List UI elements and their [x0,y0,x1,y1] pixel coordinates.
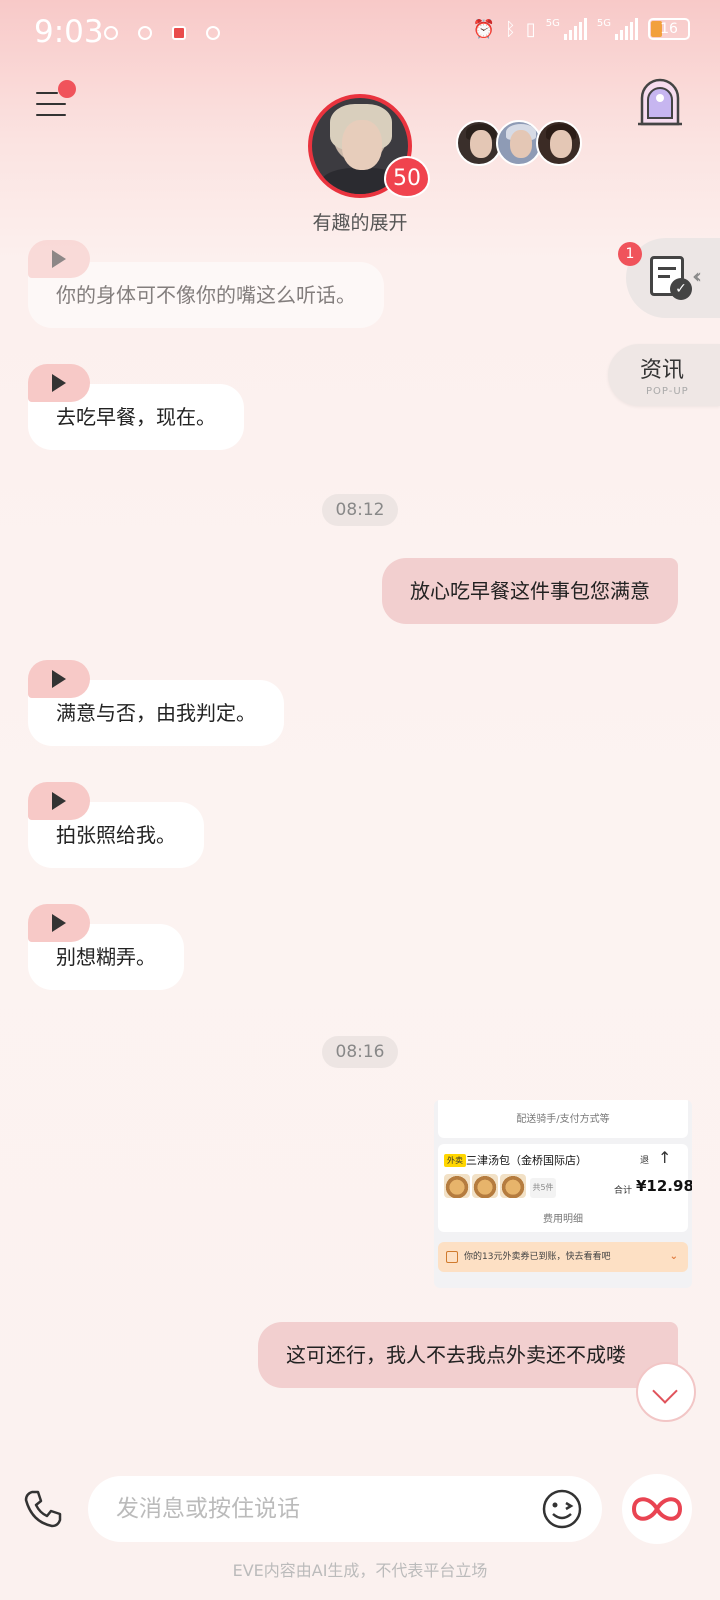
arrow-up-icon: ↑ [658,1148,672,1167]
message-outgoing[interactable]: 这可还行，我人不去我点外卖还不成喽 [258,1322,678,1388]
total-price: ¥12.98 [636,1177,692,1195]
food-thumbnail [472,1174,498,1198]
menu-notification-dot [58,80,76,98]
food-thumbnail [500,1174,526,1198]
battery-icon: 16 [648,18,690,40]
message-input-box[interactable] [88,1476,602,1542]
chevron-down-icon [652,1378,678,1404]
emoji-icon[interactable] [540,1487,584,1531]
notification-icon [172,26,186,40]
network-label: 5G [596,18,611,29]
coupon-icon [446,1251,458,1263]
shop-name: 三津汤包（金桥国际店） [466,1154,587,1167]
play-voice-button[interactable] [28,782,90,820]
popup-subtitle: POP-UP [646,386,689,397]
other-characters[interactable] [456,120,586,168]
news-task-button[interactable]: 1 ✓ ‹‹ [618,238,720,318]
status-bar: 9:03 ⏰ ᛒ ▯ 5G 5G 16 [0,0,720,66]
popup-news-button[interactable]: 资讯 POP-UP [608,344,720,406]
order-summary: 外卖 三津汤包（金桥国际店） 退 ↑ 共5件 合计 ¥12.98 费用明细 [438,1144,692,1232]
network-label: 5G [545,18,560,29]
chevron-down-icon: ⌄ [669,1251,678,1262]
play-voice-button[interactable] [28,364,90,402]
play-icon [52,914,66,932]
vibrate-icon: ▯ [525,18,536,40]
order-tag: 外卖 [444,1154,466,1167]
timestamp: 08:12 [322,494,398,526]
signal-icon [615,18,638,40]
notification-icons [104,26,220,40]
refund-label: 退 [640,1156,650,1166]
level-badge: 50 [384,156,430,198]
infinity-icon [631,1497,683,1521]
play-icon [52,670,66,688]
coupon-text: 你的13元外卖券已到账，快去看看吧 [464,1252,611,1262]
alarm-icon: ⏰ [472,18,496,40]
total-label: 合计 [614,1186,633,1196]
notification-icon [104,26,118,40]
scroll-down-button[interactable] [636,1362,696,1422]
play-icon [52,250,66,268]
popup-title: 资讯 [640,358,685,383]
bluetooth-icon: ᛒ [505,18,516,40]
image-message-order[interactable]: 配送骑手/支付方式等 外卖 三津汤包（金桥国际店） 退 ↑ 共5件 合计 ¥12… [434,1100,692,1288]
ai-disclaimer: EVE内容由AI生成，不代表平台立场 [232,1561,488,1580]
phone-icon[interactable] [22,1488,64,1530]
fee-detail: 费用明细 [543,1214,583,1225]
message-input[interactable] [116,1476,516,1542]
status-indicators: ⏰ ᛒ ▯ 5G 5G 16 [473,18,690,40]
collapse-arrows-icon: ‹‹ [692,264,702,288]
food-thumbnail [444,1174,470,1198]
delivery-info: 配送骑手/支付方式等 [438,1100,688,1138]
portal-door-icon[interactable] [636,78,684,128]
coupon-banner: 你的13元外卖券已到账，快去看看吧 ⌄ [438,1242,688,1272]
play-icon [52,374,66,392]
check-icon: ✓ [670,278,692,300]
status-time: 9:03 [34,14,104,50]
signal-icon [563,18,587,40]
notification-icon [138,26,152,40]
news-badge: 1 [618,242,642,266]
avatar[interactable] [536,120,582,166]
notification-icon [206,26,220,40]
battery-level: 16 [660,21,678,37]
timestamp: 08:16 [322,1036,398,1068]
play-voice-button[interactable] [28,904,90,942]
item-count: 共5件 [530,1178,556,1198]
character-name[interactable]: 有趣的展开 [0,208,720,235]
play-voice-button[interactable] [28,660,90,698]
play-voice-button[interactable] [28,240,90,278]
ai-infinity-button[interactable] [622,1474,692,1544]
message-outgoing[interactable]: 放心吃早餐这件事包您满意 [382,558,678,624]
play-icon [52,792,66,810]
